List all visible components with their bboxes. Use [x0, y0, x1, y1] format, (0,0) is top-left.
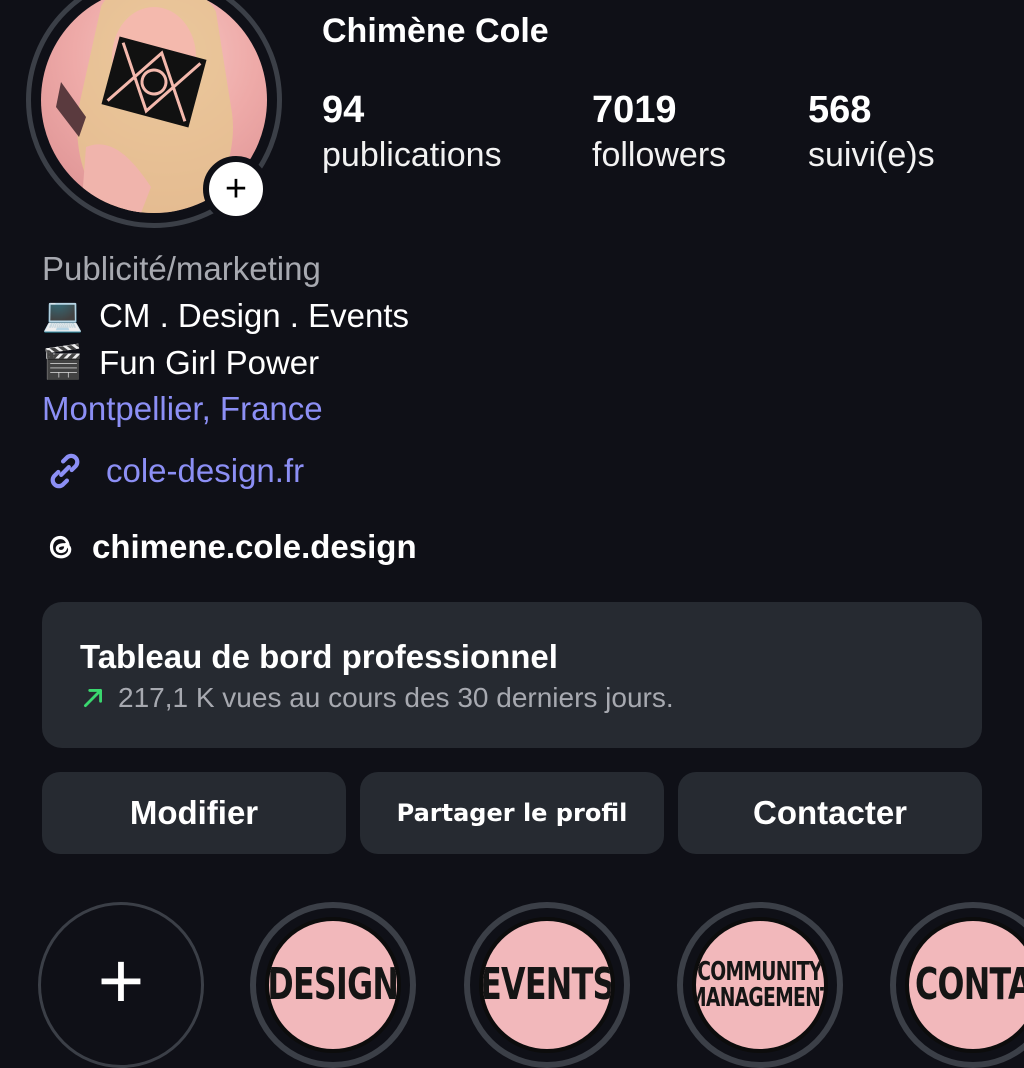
highlight-contact[interactable]: CONTACT — [890, 902, 1024, 1068]
clapperboard-icon: 🎬 — [42, 343, 84, 380]
bio-line: 🎬 Fun Girl Power — [42, 343, 319, 382]
stat-publications[interactable]: 94 publications — [322, 90, 502, 180]
profile-username: Chimène Cole — [322, 12, 549, 50]
bio-line-text: Fun Girl Power — [99, 343, 320, 381]
highlight-cover: DESIGN — [265, 917, 401, 1053]
plus-icon: + — [97, 936, 145, 1025]
professional-dashboard-card[interactable]: Tableau de bord professionnel 217,1 K vu… — [42, 602, 982, 748]
website-text: cole-design.fr — [106, 452, 305, 489]
stat-value: 7019 — [592, 89, 677, 131]
threads-handle: chimene.cole.design — [92, 528, 417, 565]
link-icon — [50, 453, 80, 489]
dashboard-subtitle: 217,1 K vues au cours des 30 derniers jo… — [80, 678, 944, 718]
stat-value: 94 — [322, 89, 365, 131]
stat-value: 568 — [808, 89, 872, 131]
threads-icon — [49, 535, 72, 559]
highlight-label-line1: COMMUNITY — [697, 957, 823, 987]
highlight-cover: COMMUNITY MANAGEMENT — [692, 917, 828, 1053]
plus-icon: + — [224, 168, 248, 210]
bio-line-text: CM . Design . Events — [99, 296, 410, 334]
dashboard-title: Tableau de bord professionnel — [80, 638, 558, 675]
edit-profile-button[interactable]: Modifier — [42, 772, 346, 854]
highlight-label: CONTACT — [915, 959, 1024, 1010]
stat-followers[interactable]: 7019 followers — [592, 90, 726, 180]
new-highlight-button[interactable]: + — [38, 902, 204, 1068]
highlight-label: EVENTS — [479, 959, 615, 1010]
laptop-icon: 💻 — [42, 296, 84, 333]
add-story-button[interactable]: + — [203, 156, 269, 222]
share-profile-button[interactable]: Partager le profil — [360, 772, 664, 854]
stat-label: suivi(e)s — [808, 136, 935, 174]
highlight-label-line2: MANAGEMENT — [692, 983, 828, 1013]
highlight-label: DESIGN — [267, 959, 399, 1010]
stat-label: followers — [592, 136, 727, 174]
profile-location-link[interactable]: Montpellier, France — [42, 390, 323, 428]
highlight-cover: EVENTS — [479, 917, 615, 1053]
dashboard-views-text: 217,1 K vues au cours des 30 derniers jo… — [118, 682, 674, 713]
highlight-community-management[interactable]: COMMUNITY MANAGEMENT — [677, 902, 843, 1068]
threads-badge[interactable]: chimene.cole.design — [42, 528, 417, 566]
contact-button[interactable]: Contacter — [678, 772, 982, 854]
profile-category: Publicité/marketing — [42, 250, 321, 287]
stat-following[interactable]: 568 suivi(e)s — [808, 90, 935, 180]
stat-label: publications — [322, 136, 502, 174]
highlight-cover: CONTACT — [905, 917, 1024, 1053]
highlight-design[interactable]: DESIGN — [250, 902, 416, 1068]
website-link[interactable]: cole-design.fr — [42, 448, 304, 494]
trend-up-arrow-icon — [84, 689, 102, 707]
highlight-events[interactable]: EVENTS — [464, 902, 630, 1068]
bio-line: 💻 CM . Design . Events — [42, 296, 409, 335]
